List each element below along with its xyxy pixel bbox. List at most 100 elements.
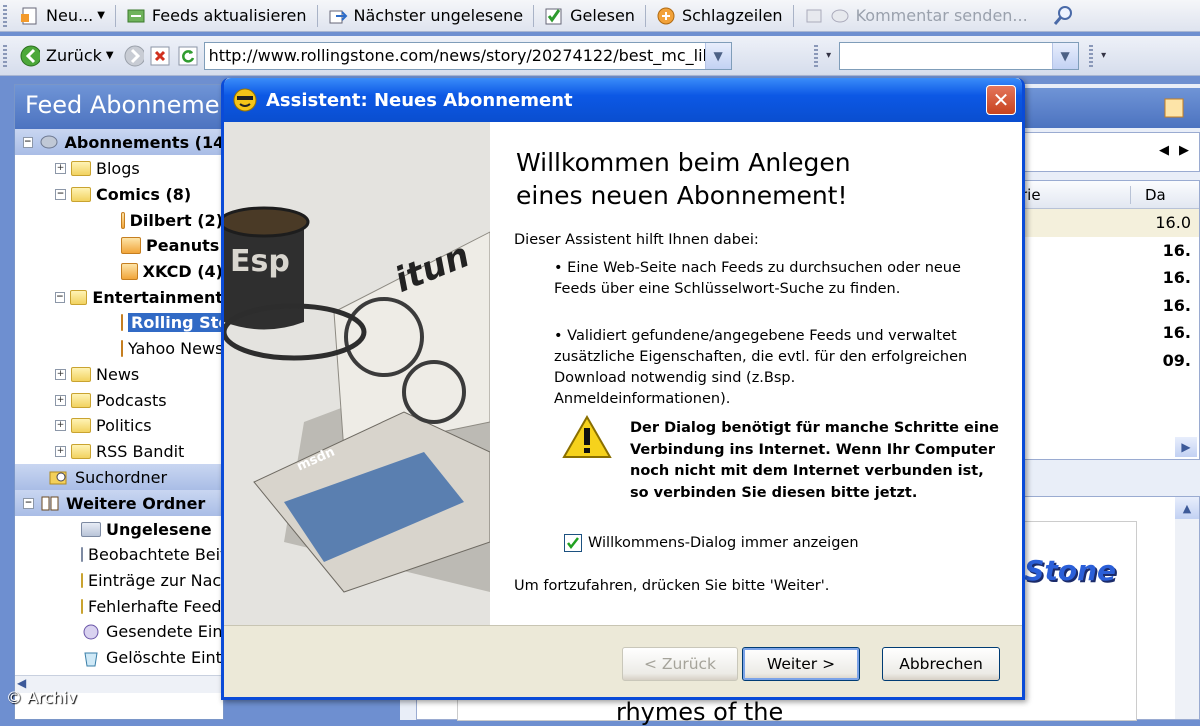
vertical-scrollbar[interactable]: ▲ [1175, 497, 1199, 719]
column-date[interactable]: Da [1131, 186, 1166, 204]
more-folders-tree: Ungelesene Beobachtete Beiträge Einträge… [15, 516, 223, 670]
tree-item-label: Comics (8) [96, 185, 192, 205]
expand-icon[interactable]: + [55, 445, 66, 457]
tree-item-politics[interactable]: + Politics [15, 413, 223, 439]
next-button[interactable]: Weiter > [742, 647, 860, 681]
tree-item-sent[interactable]: Gesendete Einträge [15, 619, 223, 645]
mark-read-label: Gelesen [570, 6, 635, 25]
refresh-feeds-button[interactable]: Feeds aktualisieren [118, 2, 315, 30]
tree-item-yahoo-news[interactable]: Yahoo News [15, 336, 223, 362]
collapse-icon[interactable]: − [23, 136, 33, 148]
collapse-icon[interactable]: − [55, 189, 66, 201]
tree-item-deleted[interactable]: Gelöschte Einträge [15, 645, 223, 671]
tree-item-failed-feeds[interactable]: Fehlerhafte Feeds [15, 593, 223, 619]
toolbar-grip[interactable] [3, 44, 7, 67]
tree-item-blogs[interactable]: + Blogs [15, 156, 223, 182]
tree-item-unread[interactable]: Ungelesene [15, 516, 223, 542]
tree-item-label: Ungelesene [106, 519, 212, 539]
sent-items-icon [81, 622, 101, 642]
tab-prev-icon[interactable]: ◀ [1159, 143, 1169, 158]
headlines-label: Schlagzeilen [681, 6, 783, 25]
forward-button[interactable] [122, 42, 146, 70]
tree-item-follow-up[interactable]: Einträge zur Nachverfolgung [15, 568, 223, 594]
tree-item-entertainment[interactable]: − Entertainment [15, 284, 223, 310]
tree-item-label: Beobachtete Beiträge [88, 545, 224, 565]
comment-button[interactable]: Kommentar senden... [796, 2, 1036, 30]
mark-read-button[interactable]: Gelesen [536, 2, 643, 30]
date-cell: 16. [1162, 295, 1191, 315]
more-folders-label: Weitere Ordner [66, 493, 206, 513]
dialog-title-bar[interactable]: Assistent: Neues Abonnement ✕ [224, 78, 1022, 122]
toolbar-grip[interactable] [1088, 44, 1093, 67]
comment-icon [830, 6, 850, 26]
url-combobox[interactable]: http://www.rollingstone.com/news/story/2… [203, 41, 732, 70]
tree-item-xkcd[interactable]: XKCD (4) [15, 259, 223, 285]
collapse-icon[interactable]: − [55, 291, 65, 303]
expand-icon[interactable]: + [55, 394, 66, 406]
back-button[interactable]: < Zurück [622, 647, 738, 681]
tree-item-podcasts[interactable]: + Podcasts [15, 387, 223, 413]
tree-item-dilbert[interactable]: Dilbert (2) [15, 207, 223, 233]
chevron-down-icon[interactable]: ▼ [106, 50, 114, 61]
stop-button[interactable] [146, 42, 174, 70]
cancel-button[interactable]: Abbrechen [882, 647, 1000, 681]
subscriptions-header[interactable]: − Abonnements (14) [15, 129, 223, 155]
new-button[interactable]: Neu... ▼ [12, 2, 113, 30]
refresh-feeds-label: Feeds aktualisieren [151, 6, 307, 25]
bullet-search: • Eine Web-Seite nach Feeds zu durchsuch… [554, 260, 961, 297]
book-icon [40, 493, 60, 513]
reload-button[interactable] [174, 42, 202, 70]
tree-item-rss-bandit[interactable]: + RSS Bandit [15, 439, 223, 465]
scroll-up-icon[interactable]: ▲ [1175, 497, 1199, 519]
table-row[interactable]: 16.0 [1021, 209, 1199, 237]
expand-icon[interactable]: + [55, 163, 66, 175]
tab-next-icon[interactable]: ▶ [1179, 143, 1189, 158]
search-folder-header[interactable]: Suchordner [15, 464, 223, 491]
scroll-right-icon[interactable]: ▶ [1175, 437, 1197, 457]
search-combobox[interactable]: ▼ [838, 41, 1079, 70]
new-subscription-wizard: Assistent: Neues Abonnement ✕ itun Esp m… [221, 78, 1025, 700]
search-button[interactable] [1044, 2, 1080, 30]
table-row[interactable]: 16. [1021, 319, 1199, 347]
checkbox-box[interactable] [564, 534, 582, 552]
toolbar-overflow-icon[interactable]: ▾ [823, 46, 835, 66]
date-cell: 09. [1162, 350, 1191, 370]
table-row[interactable]: 09. [1021, 347, 1199, 375]
intro-text: Dieser Assistent hilft Ihnen dabei: [514, 232, 759, 248]
tree-item-watched[interactable]: Beobachtete Beiträge [15, 542, 223, 568]
more-folders-header[interactable]: − Weitere Ordner [15, 490, 223, 517]
chevron-down-icon[interactable]: ▼ [1051, 42, 1078, 69]
forward-arrow-icon [124, 45, 144, 66]
tree-item-comics[interactable]: − Comics (8) [15, 182, 223, 208]
date-cell: 16. [1162, 240, 1191, 260]
close-button[interactable]: ✕ [986, 85, 1016, 115]
table-row[interactable]: 16. [1021, 264, 1199, 292]
tree-item-peanuts[interactable]: Peanuts [15, 233, 223, 259]
next-unread-button[interactable]: Nächster ungelesene [320, 2, 532, 30]
column-category[interactable]: rie [1021, 185, 1131, 204]
toolbar-grip[interactable] [813, 44, 818, 67]
toolbar-separator [533, 4, 535, 27]
toolbar-overflow-icon[interactable]: ▾ [1098, 46, 1110, 66]
expand-icon[interactable]: + [55, 420, 66, 432]
headlines-button[interactable]: Schlagzeilen [648, 2, 791, 30]
url-input[interactable]: http://www.rollingstone.com/news/story/2… [205, 46, 705, 65]
new-button-label: Neu... [46, 6, 94, 25]
tree-item-rolling-stone[interactable]: Rolling Stone [15, 310, 223, 336]
tree-item-label: XKCD (4) [142, 262, 223, 282]
stop-icon [150, 46, 170, 66]
folder-icon [71, 418, 91, 434]
tree-item-news[interactable]: + News [15, 362, 223, 388]
chevron-down-icon[interactable]: ▼ [704, 42, 731, 69]
checkmark-icon [544, 6, 564, 26]
toolbar-grip[interactable] [3, 4, 7, 27]
table-row[interactable]: 16. [1021, 292, 1199, 320]
chevron-down-icon[interactable]: ▼ [97, 10, 105, 21]
folder-open-icon [69, 289, 88, 305]
table-row[interactable]: 16. [1021, 237, 1199, 265]
expand-icon[interactable]: + [55, 368, 66, 380]
back-button[interactable]: Zurück ▼ [12, 42, 122, 70]
collapse-icon[interactable]: − [23, 497, 34, 509]
always-show-checkbox[interactable]: Willkommens-Dialog immer anzeigen [564, 534, 859, 552]
toolbar-separator [316, 4, 318, 27]
